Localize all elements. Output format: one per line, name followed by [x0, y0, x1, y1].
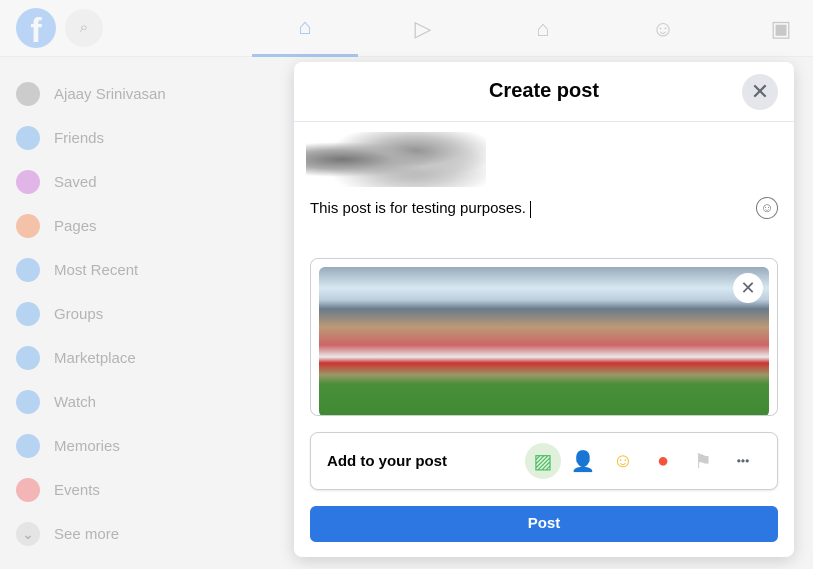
play-icon [16, 390, 40, 414]
sidebar-item-label: Events [54, 481, 100, 499]
chevron-down-icon: ⌄ [16, 522, 40, 546]
sidebar-item[interactable]: Watch [16, 380, 166, 424]
shop-icon [16, 346, 40, 370]
nav-groups-icon[interactable]: ☺ [610, 0, 716, 57]
feeling-icon[interactable]: ☺ [605, 443, 641, 479]
stadium-photo [319, 267, 769, 415]
sidebar-item-label: Pages [54, 217, 97, 235]
redacted-user-info [306, 132, 486, 187]
sidebar-item[interactable]: Saved [16, 160, 166, 204]
sidebar-item[interactable]: Pages [16, 204, 166, 248]
nav-home-icon[interactable]: ⌂ [252, 0, 358, 57]
create-post-dialog: Create post ✕ This post is for testing p… [294, 62, 794, 557]
sidebar-item-label: Groups [54, 305, 104, 323]
photo-video-icon[interactable]: ▨ [525, 443, 561, 479]
sidebar-item[interactable]: ⌄ See more [16, 512, 166, 556]
left-sidebar: Ajaay Srinivasan Friends Saved Pages Most Re… [16, 72, 166, 556]
attached-photo: ✕ [310, 258, 778, 416]
sidebar-item-label: Friends [54, 129, 105, 147]
search-icon[interactable]: ⌕ [65, 9, 103, 47]
calendar-icon [16, 478, 40, 502]
sidebar-item-label: Marketplace [54, 349, 136, 367]
memories-icon [16, 434, 40, 458]
nav-gaming-icon[interactable]: ▣ [728, 0, 813, 57]
friends-icon [16, 126, 40, 150]
sidebar-item[interactable]: Events [16, 468, 166, 512]
tag-people-icon[interactable]: 👤 [565, 443, 601, 479]
add-to-post-bar: Add to your post ▨ 👤 ☺ ● ⚑ ••• [310, 432, 778, 490]
flag-icon[interactable]: ⚑ [685, 443, 721, 479]
sidebar-item-label: Ajaay Srinivasan [54, 85, 166, 103]
more-icon[interactable]: ••• [725, 443, 761, 479]
text-caret [529, 200, 531, 218]
top-navigation-bar: f ⌕ ⌂ ▷ ⌂ ☺ ▣ [0, 0, 813, 57]
sidebar-item[interactable]: Ajaay Srinivasan [16, 72, 166, 116]
flag-icon [16, 214, 40, 238]
groups-icon [16, 302, 40, 326]
sidebar-item-label: Saved [54, 173, 97, 191]
nav-marketplace-icon[interactable]: ⌂ [490, 0, 596, 57]
post-text: This post is for testing purposes. [310, 200, 526, 217]
dialog-title: Create post [294, 62, 794, 122]
sidebar-item-label: See more [54, 525, 120, 543]
close-icon[interactable]: ✕ [742, 74, 778, 110]
sidebar-item-label: Most Recent [54, 261, 139, 279]
post-text-input[interactable]: This post is for testing purposes. [310, 200, 531, 218]
sidebar-item[interactable]: Memories [16, 424, 166, 468]
sidebar-item-label: Watch [54, 393, 96, 411]
nav-watch-icon[interactable]: ▷ [370, 0, 476, 57]
remove-photo-icon[interactable]: ✕ [733, 273, 763, 303]
sidebar-item[interactable]: Most Recent [16, 248, 166, 292]
sidebar-item[interactable]: Friends [16, 116, 166, 160]
emoji-icon[interactable]: ☺ [756, 197, 778, 219]
sidebar-item[interactable]: Marketplace [16, 336, 166, 380]
avatar [16, 82, 40, 106]
sidebar-item[interactable]: Groups [16, 292, 166, 336]
sidebar-item-label: Memories [54, 437, 120, 455]
facebook-logo[interactable]: f [16, 8, 56, 48]
check-in-icon[interactable]: ● [645, 443, 681, 479]
post-button[interactable]: Post [310, 506, 778, 542]
bookmark-icon [16, 170, 40, 194]
add-to-post-label: Add to your post [327, 452, 447, 470]
clock-feed-icon [16, 258, 40, 282]
